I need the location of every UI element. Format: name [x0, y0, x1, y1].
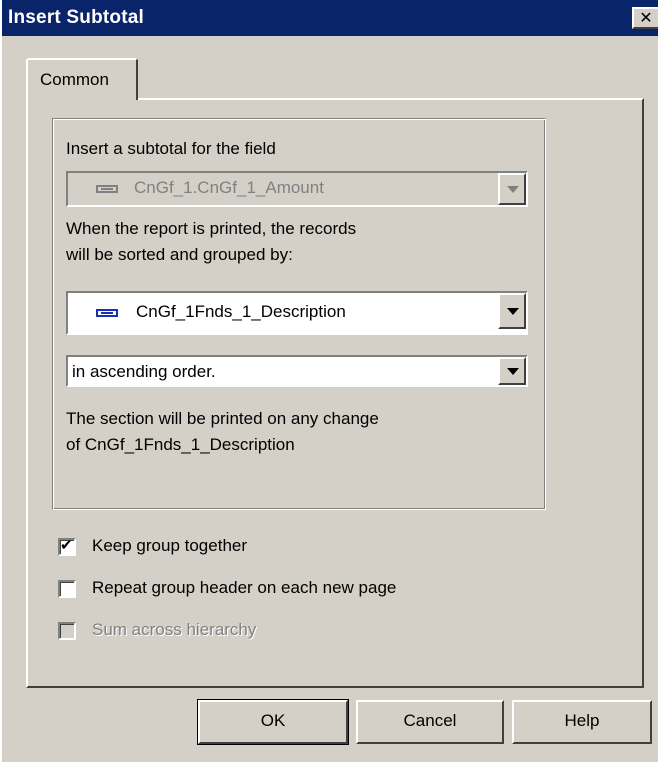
dialog-title: Insert Subtotal	[8, 7, 145, 28]
chevron-down-icon[interactable]	[498, 293, 526, 329]
group-by-select[interactable]: CnGf_1Fnds_1_Description	[66, 291, 528, 335]
close-icon: ✕	[639, 8, 653, 27]
subtotal-field-select: CnGf_1.CnGf_1_Amount	[66, 171, 528, 207]
sort-order-select[interactable]: in ascending order.	[66, 355, 528, 387]
sum-across-hierarchy-checkbox	[58, 622, 76, 640]
ok-button[interactable]: OK	[197, 699, 349, 745]
keep-group-together-label: Keep group together	[92, 536, 248, 555]
title-bar[interactable]: Insert Subtotal ✕	[2, 0, 658, 36]
tab-common[interactable]: Common	[26, 58, 138, 100]
database-field-icon	[96, 309, 118, 317]
chevron-down-icon[interactable]	[498, 357, 526, 385]
subtotal-field-label: Insert a subtotal for the field	[66, 139, 276, 158]
tab-panel-common: Insert a subtotal for the field CnGf_1.C…	[26, 98, 644, 688]
cancel-button[interactable]: Cancel	[356, 700, 504, 744]
sum-across-hierarchy-label: Sum across hierarchy	[92, 620, 257, 639]
sorted-grouped-label-line1: When the report is printed, the records	[66, 219, 357, 238]
tab-common-label: Common	[40, 70, 109, 89]
sorted-grouped-label-line2: will be sorted and grouped by:	[66, 245, 293, 264]
insert-subtotal-dialog: Insert Subtotal ✕ Common Insert a subtot…	[0, 0, 658, 762]
checkmark-icon: ✔	[60, 536, 73, 554]
section-note-line1: The section will be printed on any chang…	[66, 409, 379, 428]
close-button[interactable]: ✕	[632, 7, 658, 29]
sort-order-value: in ascending order.	[72, 362, 216, 381]
group-by-value: CnGf_1Fnds_1_Description	[136, 302, 346, 321]
subtotal-field-value: CnGf_1.CnGf_1_Amount	[134, 178, 324, 197]
section-note-line2: of CnGf_1Fnds_1_Description	[66, 435, 295, 454]
chevron-down-icon	[498, 173, 526, 205]
subtotal-groupbox: Insert a subtotal for the field CnGf_1.C…	[52, 118, 546, 510]
keep-group-together-checkbox[interactable]: ✔	[58, 536, 76, 556]
help-button[interactable]: Help	[512, 700, 652, 744]
database-field-icon	[96, 185, 118, 193]
repeat-group-header-checkbox[interactable]	[58, 580, 76, 598]
repeat-group-header-label: Repeat group header on each new page	[92, 578, 397, 597]
